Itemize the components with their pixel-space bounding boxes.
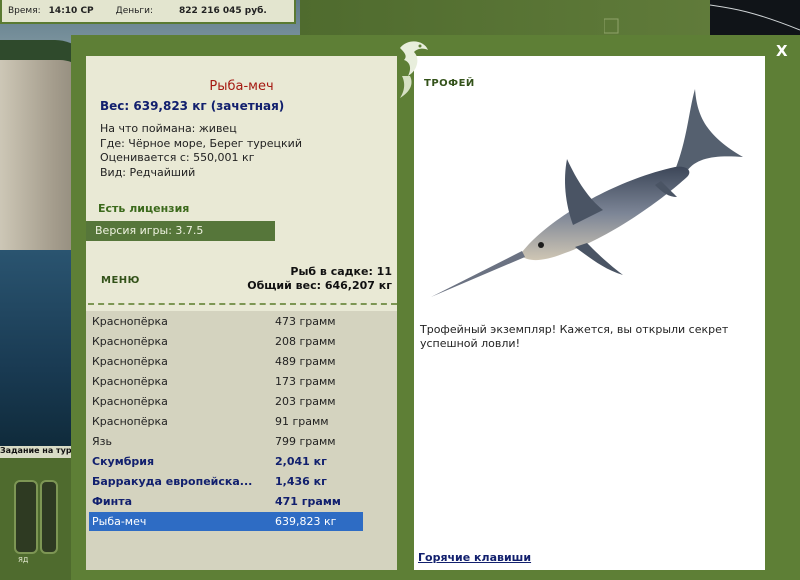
catch-list-row[interactable]: Краснопёрка 489 грамм	[89, 352, 363, 371]
catch-list-row[interactable]: Краснопёрка 203 грамм	[89, 392, 363, 411]
menu-button[interactable]: МЕНЮ	[101, 275, 140, 286]
swordfish-image	[431, 89, 743, 297]
close-icon[interactable]: X	[776, 42, 788, 60]
status-bar: Время: 14:10 СР Деньги: 822 216 045 руб.	[0, 0, 296, 24]
catch-fish-weight: 91 грамм	[275, 415, 329, 428]
catch-fish-weight: 473 грамм	[275, 315, 336, 328]
fish-kind: Вид: Редчайший	[100, 166, 196, 179]
task-bar[interactable]: Задание на тур	[0, 446, 72, 458]
curve-decoration	[709, 4, 800, 31]
catch-list-row[interactable]: Финта 471 грамм	[89, 492, 363, 511]
catch-location: Где: Чёрное море, Берег турецкий	[100, 137, 302, 150]
catch-list-row[interactable]: Краснопёрка 91 грамм	[89, 412, 363, 431]
catch-list-row[interactable]: Краснопёрка 473 грамм	[89, 312, 363, 331]
catch-fish-name: Краснопёрка	[92, 315, 168, 328]
catch-fish-weight: 639,823 кг	[275, 515, 337, 528]
license-status: Есть лицензия	[98, 202, 190, 215]
divider	[88, 303, 397, 305]
catch-fish-name: Скумбрия	[92, 455, 155, 468]
tackle-slot-2[interactable]	[40, 480, 58, 554]
catch-fish-name: Краснопёрка	[92, 395, 168, 408]
tackle-slot[interactable]	[14, 480, 38, 554]
money-label: Деньги:	[115, 6, 154, 16]
catch-fish-weight: 471 грамм	[275, 495, 341, 508]
top-right-dark	[709, 0, 800, 35]
fish-count: Рыб в садке: 11	[290, 265, 392, 278]
valued-from: Оценивается с: 550,001 кг	[100, 151, 255, 164]
catch-fish-weight: 208 грамм	[275, 335, 336, 348]
time-label: Время:	[8, 6, 41, 16]
catch-fish-weight: 203 грамм	[275, 395, 336, 408]
money-value: 822 216 045 руб.	[179, 6, 267, 16]
hotkeys-link[interactable]: Горячие клавиши	[418, 551, 531, 564]
catch-fish-name: Краснопёрка	[92, 415, 168, 428]
catch-fish-name: Барракуда европейска...	[92, 475, 253, 488]
fish-name: Рыба-меч	[209, 79, 274, 94]
watermark-logo	[604, 18, 619, 34]
fish-weight: Вес: 639,823 кг (зачетная)	[100, 99, 285, 113]
catch-fish-name: Рыба-меч	[92, 515, 147, 528]
catch-list-row[interactable]: Краснопёрка 208 грамм	[89, 332, 363, 351]
total-weight: Общий вес: 646,207 кг	[247, 279, 392, 292]
catch-fish-name: Финта	[92, 495, 133, 508]
catch-fish-name: Краснопёрка	[92, 375, 168, 388]
catch-fish-weight: 2,041 кг	[275, 455, 327, 468]
time-value: 14:10 СР	[48, 6, 94, 16]
catch-fish-weight: 799 грамм	[275, 435, 336, 448]
catch-fish-weight: 489 грамм	[275, 355, 336, 368]
trophy-message: Трофейный экземпляр! Кажется, вы открыли…	[420, 323, 729, 350]
catch-list-row[interactable]: Барракуда европейска... 1,436 кг	[89, 472, 363, 491]
game-version: Версия игры: 3.7.5	[86, 221, 275, 241]
catch-list-row[interactable]: Язь 799 грамм	[89, 432, 363, 451]
caught-with: На что поймана: живец	[100, 122, 237, 135]
slot-label: ЯД	[18, 556, 29, 564]
catch-fish-weight: 173 грамм	[275, 375, 336, 388]
catch-list: Краснопёрка 473 грамм Краснопёрка 208 грамм…	[86, 311, 397, 570]
catch-list-row[interactable]: Рыба-меч 639,823 кг	[89, 512, 363, 531]
catch-list-row[interactable]: Скумбрия 2,041 кг	[89, 452, 363, 471]
catch-fish-name: Краснопёрка	[92, 335, 168, 348]
catch-fish-weight: 1,436 кг	[275, 475, 327, 488]
catch-fish-name: Язь	[92, 435, 112, 448]
catch-fish-name: Краснопёрка	[92, 355, 168, 368]
catch-list-row[interactable]: Краснопёрка 173 грамм	[89, 372, 363, 391]
